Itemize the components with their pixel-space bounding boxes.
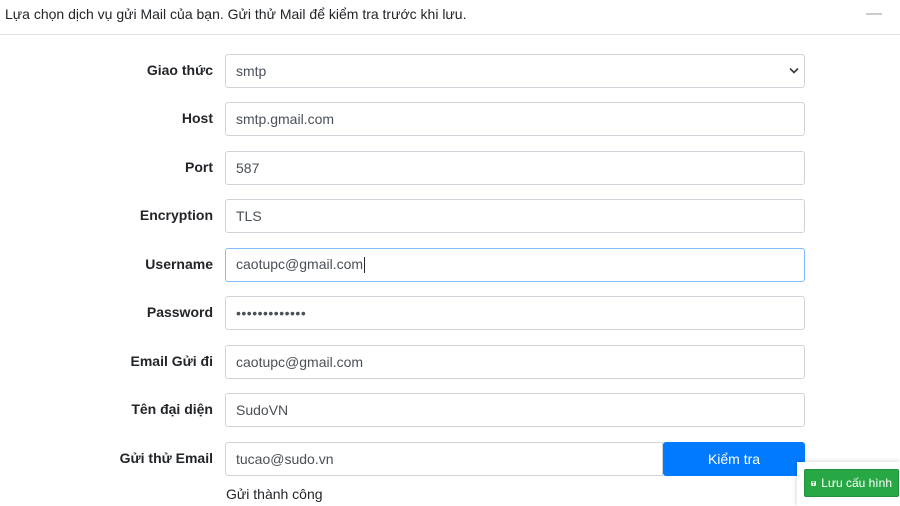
protocol-row: Giao thức smtp xyxy=(0,54,900,88)
test-email-row: Gửi thử Email Kiểm tra xyxy=(0,442,900,476)
username-row: Username caotupc@gmail.com xyxy=(0,248,900,282)
save-icon xyxy=(811,480,816,486)
password-label: Password xyxy=(146,304,213,320)
test-email-input[interactable] xyxy=(225,442,663,476)
collapse-icon[interactable]: — xyxy=(864,2,884,26)
host-row: Host xyxy=(0,102,900,136)
save-config-label: Lưu cấu hình xyxy=(821,476,892,490)
display-name-row: Tên đại diện xyxy=(0,393,900,427)
port-row: Port xyxy=(0,151,900,185)
display-name-input[interactable] xyxy=(225,393,805,427)
protocol-label: Giao thức xyxy=(146,62,213,78)
username-input[interactable] xyxy=(225,248,805,282)
port-input[interactable] xyxy=(225,151,805,185)
encryption-label: Encryption xyxy=(139,207,213,223)
encryption-input[interactable] xyxy=(225,199,805,233)
from-email-label: Email Gửi đi xyxy=(130,353,214,369)
host-label: Host xyxy=(181,110,213,126)
test-send-button[interactable]: Kiểm tra xyxy=(663,442,805,476)
password-row: Password xyxy=(0,296,900,330)
port-label: Port xyxy=(185,159,213,175)
host-input[interactable] xyxy=(225,102,805,136)
from-email-input[interactable] xyxy=(225,345,805,379)
password-input[interactable] xyxy=(225,296,805,330)
protocol-select[interactable]: smtp xyxy=(225,54,805,88)
save-config-button[interactable]: Lưu cấu hình xyxy=(804,469,899,497)
username-label: Username xyxy=(145,256,213,272)
display-name-label: Tên đại diện xyxy=(131,401,213,417)
from-email-row: Email Gửi đi xyxy=(0,345,900,379)
test-email-label: Gửi thử Email xyxy=(119,450,213,466)
card-header: Lựa chọn dịch vụ gửi Mail của bạn. Gửi t… xyxy=(0,0,900,35)
encryption-row: Encryption xyxy=(0,199,900,233)
send-status-text: Gửi thành công xyxy=(226,486,323,502)
header-description: Lựa chọn dịch vụ gửi Mail của bạn. Gửi t… xyxy=(5,6,467,22)
